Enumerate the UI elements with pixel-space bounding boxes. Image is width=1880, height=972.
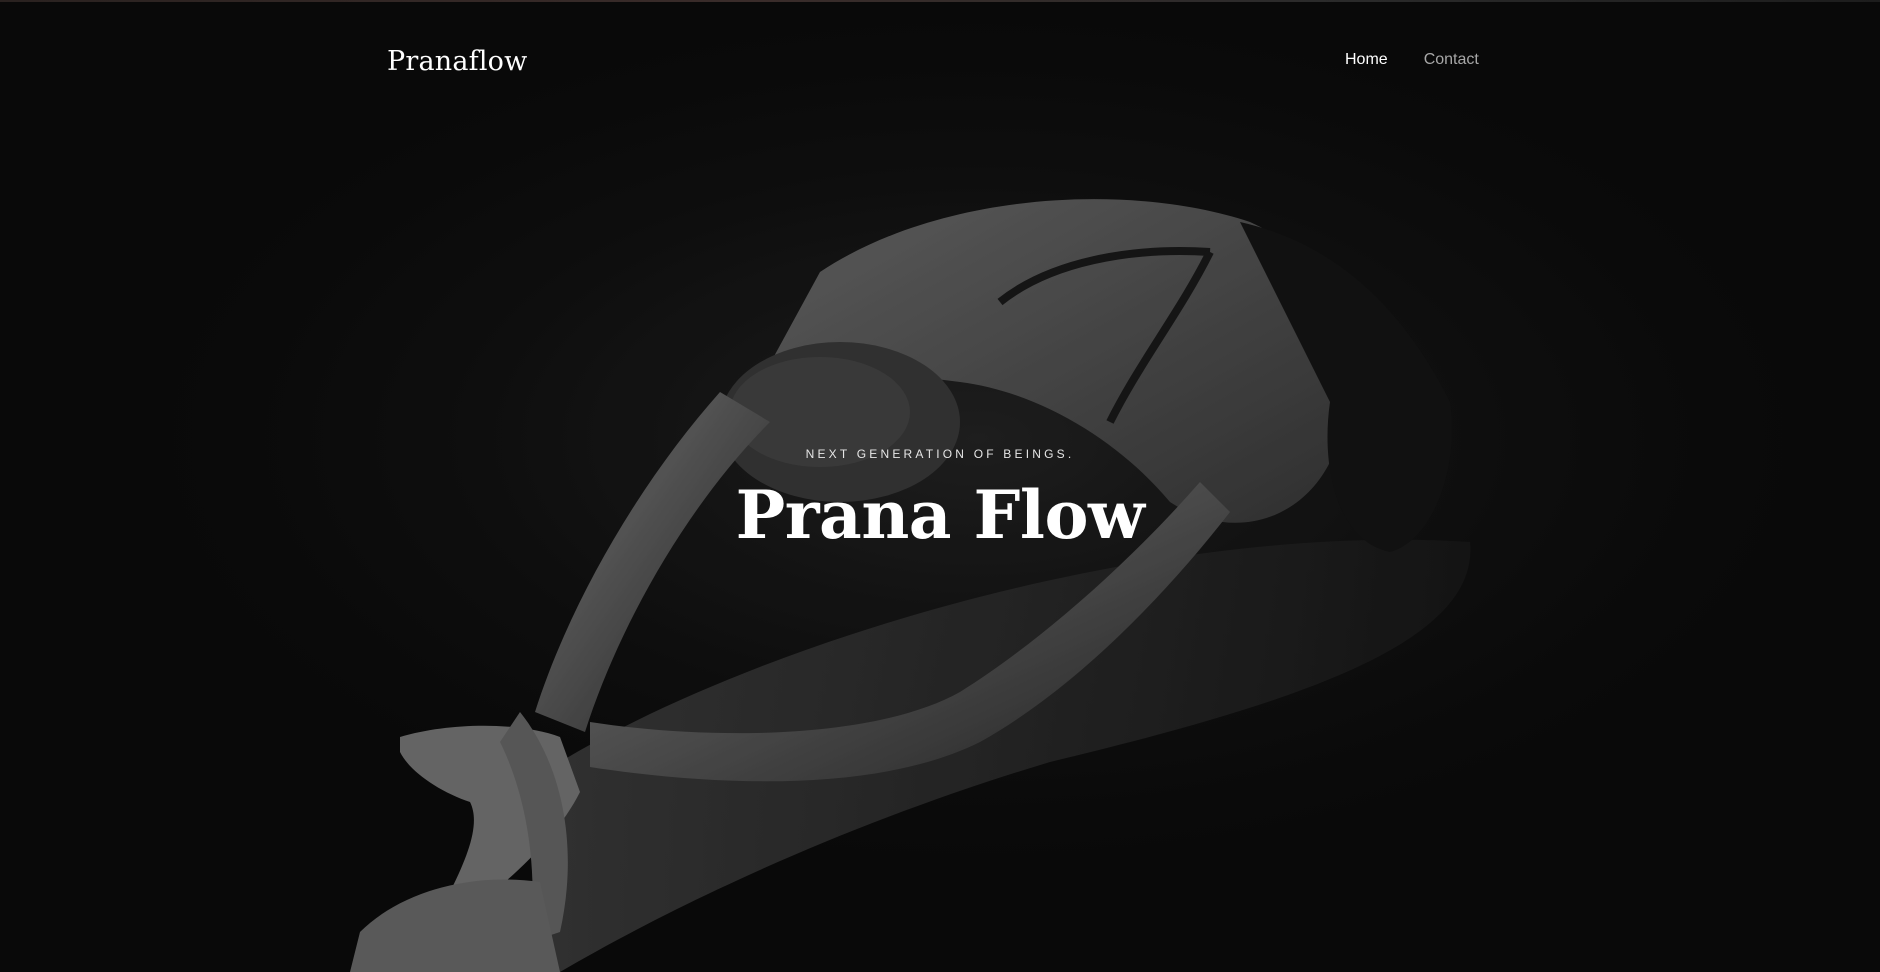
- site-logo[interactable]: Pranaflow: [387, 46, 527, 77]
- site-header: Pranaflow Home Contact: [0, 2, 1880, 122]
- hero-eyebrow: NEXT GENERATION OF BEINGS.: [805, 447, 1075, 461]
- hero-text: NEXT GENERATION OF BEINGS. Prana Flow: [0, 447, 1880, 555]
- hero-section: Pranaflow Home Contact NEXT GENERATION O…: [0, 2, 1880, 972]
- hero-title: Prana Flow: [735, 476, 1145, 554]
- main-nav: Home Contact: [1345, 51, 1479, 69]
- nav-link-contact[interactable]: Contact: [1424, 51, 1479, 69]
- nav-link-home[interactable]: Home: [1345, 51, 1388, 69]
